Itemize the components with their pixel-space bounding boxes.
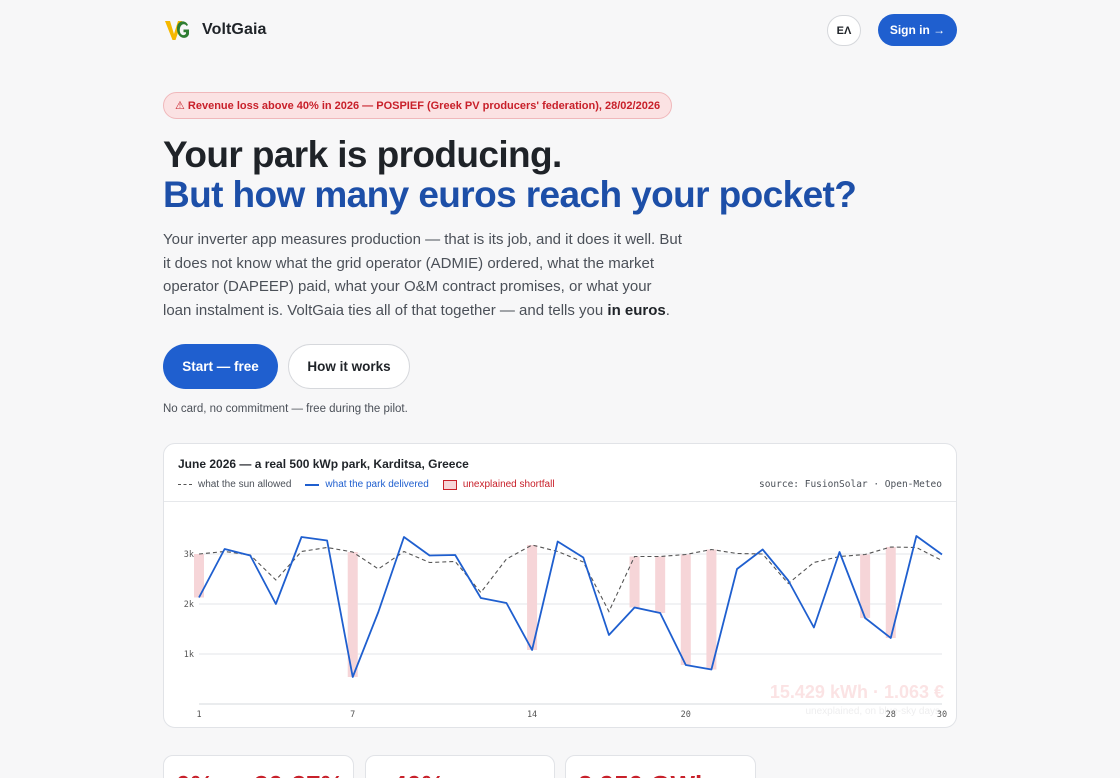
unexplained-caption-watermark: unexplained, on blue-sky days (805, 706, 940, 717)
chart-canvas: 1k 2k 3k 15.429 kWh · 1.063 € unexplained, o… (184, 535, 947, 720)
shortfall-bar (629, 556, 640, 608)
how-it-works-button[interactable]: How it works (288, 344, 410, 389)
shortfall-bar (680, 554, 691, 665)
x-tick-label: 1 (196, 710, 201, 720)
unexplained-total-watermark: 15.429 kWh · 1.063 € (770, 682, 944, 702)
y-tick-label: 3k (184, 550, 194, 560)
y-tick-label: 2k (184, 600, 194, 610)
lead-emphasis: in euros (607, 301, 666, 319)
stat-value-1: 0% → 30-37% (176, 770, 344, 778)
stat-card-2: –40% (365, 755, 555, 778)
x-tick-label: 7 (350, 710, 355, 720)
stat-card-3: 2.950 GWh (565, 755, 756, 778)
start-free-button[interactable]: Start — free (163, 344, 278, 389)
lead-end: . (665, 301, 670, 319)
shortfall-bar (655, 556, 666, 613)
x-tick-label: 14 (527, 710, 537, 720)
shortfall-bar (706, 549, 717, 670)
top-navigation-bar: VoltGaia ΕΛ Sign in → (0, 0, 1120, 60)
production-chart-card: June 2026 — a real 500 kWp park, Kardits… (163, 443, 957, 728)
language-toggle-button[interactable]: ΕΛ (827, 15, 861, 46)
hero-title-line-1: Your park is producing. (163, 134, 562, 175)
vg-logo-icon[interactable] (164, 18, 190, 42)
brand-name[interactable]: VoltGaia (202, 21, 267, 39)
y-tick-label: 1k (184, 650, 194, 660)
sign-in-button[interactable]: Sign in → (878, 14, 957, 46)
lead-text: Your inverter app measures production — … (163, 231, 682, 319)
stat-value-3: 2.950 GWh (578, 770, 711, 778)
stat-value-2: –40% (378, 770, 445, 778)
stat-card-1: 0% → 30-37% (163, 755, 354, 778)
pilot-note: No card, no commitment — free during the… (163, 403, 408, 415)
x-tick-label: 30 (937, 710, 947, 720)
revenue-loss-alert-badge: ⚠ Revenue loss above 40% in 2026 — POSPI… (163, 92, 673, 119)
hero-title-line-2: But how many euros reach your pocket? (163, 174, 857, 215)
x-tick-label: 28 (886, 710, 896, 720)
hero-lead-paragraph: Your inverter app measures production — … (163, 228, 683, 322)
x-tick-label: 20 (681, 710, 691, 720)
